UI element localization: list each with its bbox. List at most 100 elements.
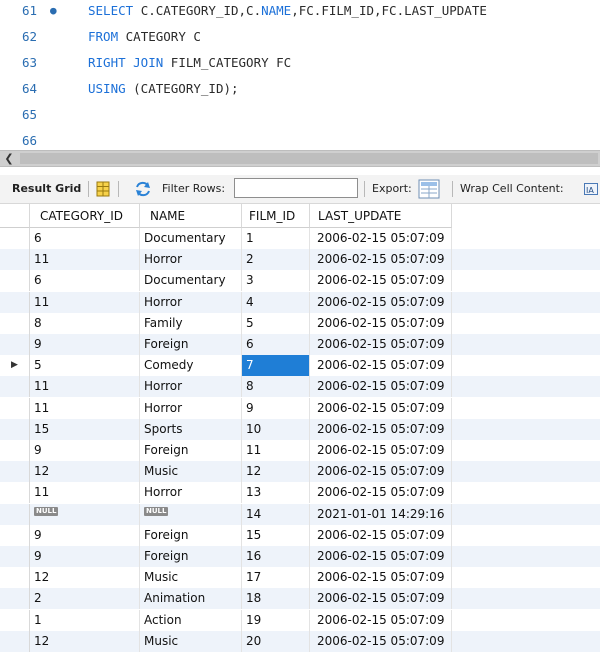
cell-name[interactable]: Music (140, 461, 242, 483)
cell-name[interactable]: Comedy (140, 355, 242, 377)
cell-category-id[interactable]: 9 (30, 440, 140, 461)
row-indicator[interactable] (0, 588, 30, 610)
code-line[interactable]: 63 RIGHT JOIN FILM_CATEGORY FC (0, 52, 600, 74)
table-row[interactable]: 15 Sports 10 2006-02-15 05:07:09 (0, 418, 600, 440)
cell-last-update[interactable]: 2021-01-01 14:29:16 (310, 503, 452, 525)
column-header-category-id[interactable]: CATEGORY_ID (30, 204, 140, 228)
cell-name[interactable]: Family (140, 312, 242, 334)
cell-last-update[interactable]: 2006-02-15 05:07:09 (310, 355, 452, 377)
cell-last-update[interactable]: 2006-02-15 05:07:09 (310, 588, 452, 610)
cell-last-update[interactable]: 2006-02-15 05:07:09 (310, 609, 452, 631)
cell-film-id[interactable]: 18 (242, 588, 310, 610)
result-grid-tab[interactable]: Result Grid (12, 175, 81, 203)
cell-last-update[interactable]: 2006-02-15 05:07:09 (310, 312, 452, 334)
cell-category-id[interactable]: 11 (30, 482, 140, 504)
table-row[interactable]: ▶ 5 Comedy 7 2006-02-15 05:07:09 (0, 355, 600, 377)
cell-category-id[interactable]: 1 (30, 609, 140, 631)
table-row[interactable]: 6 Documentary 1 2006-02-15 05:07:09 (0, 228, 600, 249)
cell-category-id[interactable]: 11 (30, 376, 140, 398)
cell-category-id[interactable]: 9 (30, 546, 140, 567)
table-row[interactable]: 11 Horror 4 2006-02-15 05:07:09 (0, 291, 600, 313)
code-line[interactable]: 66 (0, 130, 600, 152)
row-indicator[interactable] (0, 291, 30, 313)
table-row[interactable]: 9 Foreign 11 2006-02-15 05:07:09 (0, 440, 600, 461)
table-row[interactable]: 12 Music 17 2006-02-15 05:07:09 (0, 567, 600, 589)
cell-last-update[interactable]: 2006-02-15 05:07:09 (310, 567, 452, 589)
row-indicator[interactable] (0, 228, 30, 249)
cell-film-id[interactable]: 6 (242, 334, 310, 355)
wrap-icon[interactable]: IA (584, 183, 598, 195)
cell-name[interactable]: Horror (140, 397, 242, 419)
cell-film-id[interactable]: 1 (242, 228, 310, 249)
row-indicator[interactable] (0, 567, 30, 589)
table-row[interactable]: 8 Family 5 2006-02-15 05:07:09 (0, 312, 600, 334)
filter-rows-input[interactable] (234, 178, 358, 198)
cell-category-id[interactable]: 11 (30, 291, 140, 313)
cell-film-id[interactable]: 8 (242, 376, 310, 398)
cell-film-id[interactable]: 11 (242, 440, 310, 461)
code-line[interactable]: 62 FROM CATEGORY C (0, 26, 600, 48)
refresh-icon[interactable] (134, 181, 152, 197)
row-indicator[interactable] (0, 461, 30, 483)
cell-last-update[interactable]: 2006-02-15 05:07:09 (310, 546, 452, 567)
cell-category-id[interactable]: 2 (30, 588, 140, 610)
cell-category-id[interactable]: 11 (30, 249, 140, 271)
table-row[interactable]: 11 Horror 9 2006-02-15 05:07:09 (0, 397, 600, 419)
table-row[interactable]: 11 Horror 2 2006-02-15 05:07:09 (0, 249, 600, 271)
table-row[interactable]: 12 Music 12 2006-02-15 05:07:09 (0, 461, 600, 483)
cell-film-id[interactable]: 16 (242, 546, 310, 567)
cell-category-id[interactable]: 8 (30, 312, 140, 334)
table-row[interactable]: 9 Foreign 6 2006-02-15 05:07:09 (0, 334, 600, 355)
table-row[interactable]: 12 Music 20 2006-02-15 05:07:09 (0, 630, 600, 652)
column-header-name[interactable]: NAME (140, 204, 242, 228)
cell-category-id[interactable]: 15 (30, 418, 140, 440)
cell-last-update[interactable]: 2006-02-15 05:07:09 (310, 524, 452, 546)
cell-name[interactable]: Horror (140, 482, 242, 504)
cell-category-id[interactable]: 6 (30, 228, 140, 249)
cell-film-id[interactable]: 9 (242, 397, 310, 419)
cell-last-update[interactable]: 2006-02-15 05:07:09 (310, 440, 452, 461)
cell-category-id[interactable]: 9 (30, 524, 140, 546)
cell-last-update[interactable]: 2006-02-15 05:07:09 (310, 249, 452, 271)
cell-category-id[interactable]: 11 (30, 397, 140, 419)
row-indicator[interactable] (0, 334, 30, 355)
cell-film-id[interactable]: 5 (242, 312, 310, 334)
editor-horizontal-scrollbar[interactable]: ❮ (0, 150, 600, 167)
cell-last-update[interactable]: 2006-02-15 05:07:09 (310, 376, 452, 398)
cell-film-id[interactable]: 19 (242, 609, 310, 631)
cell-last-update[interactable]: 2006-02-15 05:07:09 (310, 482, 452, 504)
cell-name[interactable]: Foreign (140, 524, 242, 546)
table-row[interactable]: 11 Horror 8 2006-02-15 05:07:09 (0, 376, 600, 398)
table-row[interactable]: 6 Documentary 3 2006-02-15 05:07:09 (0, 270, 600, 292)
cell-film-id[interactable]: 2 (242, 249, 310, 271)
row-indicator[interactable] (0, 440, 30, 461)
row-indicator[interactable] (0, 524, 30, 546)
cell-name[interactable]: NULL (140, 503, 242, 525)
cell-film-id[interactable]: 7 (242, 355, 310, 377)
cell-category-id[interactable]: NULL (30, 503, 140, 525)
cell-film-id[interactable]: 3 (242, 270, 310, 292)
cell-category-id[interactable]: 9 (30, 334, 140, 355)
cell-category-id[interactable]: 5 (30, 355, 140, 377)
row-indicator[interactable]: ▶ (0, 355, 30, 377)
row-indicator[interactable] (0, 546, 30, 567)
table-row[interactable]: NULL NULL 14 2021-01-01 14:29:16 (0, 503, 600, 525)
cell-last-update[interactable]: 2006-02-15 05:07:09 (310, 418, 452, 440)
cell-film-id[interactable]: 12 (242, 461, 310, 483)
row-indicator[interactable] (0, 270, 30, 292)
chevron-left-icon[interactable]: ❮ (2, 151, 16, 166)
row-indicator[interactable] (0, 418, 30, 440)
cell-film-id[interactable]: 15 (242, 524, 310, 546)
table-row[interactable]: 9 Foreign 16 2006-02-15 05:07:09 (0, 546, 600, 567)
cell-film-id[interactable]: 4 (242, 291, 310, 313)
cell-last-update[interactable]: 2006-02-15 05:07:09 (310, 630, 452, 652)
cell-category-id[interactable]: 12 (30, 630, 140, 652)
cell-name[interactable]: Foreign (140, 546, 242, 567)
cell-last-update[interactable]: 2006-02-15 05:07:09 (310, 291, 452, 313)
cell-name[interactable]: Action (140, 609, 242, 631)
table-row[interactable]: 11 Horror 13 2006-02-15 05:07:09 (0, 482, 600, 504)
cell-category-id[interactable]: 12 (30, 567, 140, 589)
cell-film-id[interactable]: 13 (242, 482, 310, 504)
cell-name[interactable]: Sports (140, 418, 242, 440)
cell-film-id[interactable]: 10 (242, 418, 310, 440)
